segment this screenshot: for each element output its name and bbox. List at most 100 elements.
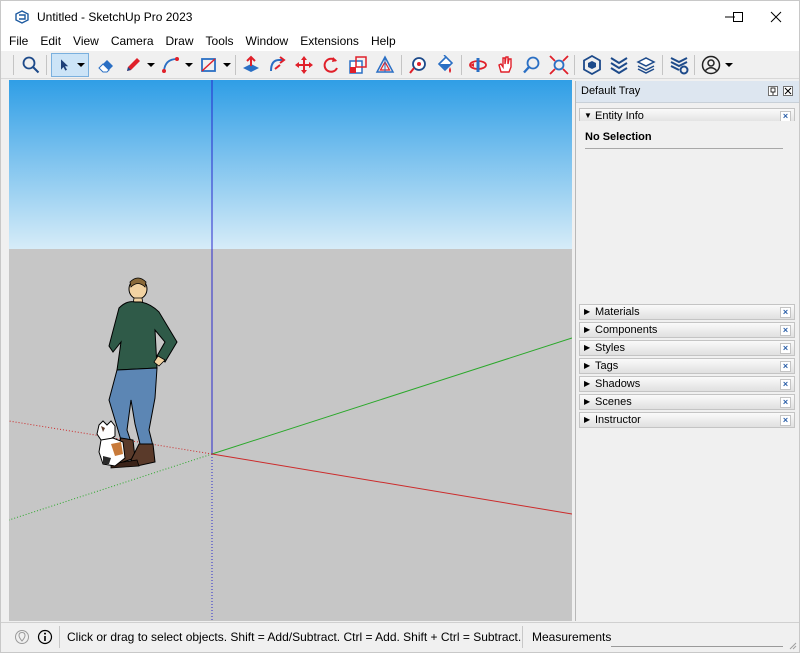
orbit-icon: [469, 58, 487, 72]
tray-header: Default Tray: [576, 81, 799, 103]
geo-location-icon[interactable]: [14, 629, 30, 645]
close-icon: [770, 11, 782, 23]
3d-warehouse-button[interactable]: [580, 53, 604, 77]
orbit-tool-button[interactable]: [466, 53, 490, 77]
menu-window[interactable]: Window: [240, 33, 295, 51]
rotate-tool-button[interactable]: [319, 53, 343, 77]
collapsed-arrow-icon: ▶: [584, 379, 591, 388]
toolbar-separator: [574, 55, 575, 75]
panel-label: Shadows: [595, 378, 641, 390]
account-dropdown[interactable]: [725, 59, 733, 71]
rotate-icon: [323, 57, 338, 73]
panel-materials[interactable]: ▶ Materials ×: [579, 304, 795, 320]
panel-close-button[interactable]: ×: [780, 379, 791, 390]
close-button[interactable]: [753, 1, 799, 33]
menu-file[interactable]: File: [1, 33, 34, 51]
panel-close-button[interactable]: ×: [780, 325, 791, 336]
selection-status: No Selection: [585, 131, 652, 143]
panel-styles[interactable]: ▶ Styles ×: [579, 340, 795, 356]
collapsed-arrow-icon: ▶: [584, 325, 591, 334]
toolbar-separator: [662, 55, 663, 75]
sketchup-logo-icon: [15, 10, 29, 24]
paint-bucket-tool-button[interactable]: [433, 53, 457, 77]
follow-me-tool-button[interactable]: [265, 53, 289, 77]
panel-scenes[interactable]: ▶ Scenes ×: [579, 394, 795, 410]
panel-label: Materials: [595, 306, 640, 318]
red-axis-positive: [211, 453, 572, 515]
arc-tool-button[interactable]: [159, 53, 183, 77]
panel-close-button[interactable]: ×: [780, 415, 791, 426]
measurements-field[interactable]: [611, 627, 783, 647]
account-icon: [701, 55, 721, 75]
collapsed-arrow-icon: ▶: [584, 361, 591, 370]
menu-draw[interactable]: Draw: [160, 33, 200, 51]
zoom-tool-button[interactable]: [520, 53, 544, 77]
panel-instructor[interactable]: ▶ Instructor ×: [579, 412, 795, 428]
push-pull-icon: [243, 55, 259, 72]
modeling-viewport[interactable]: [9, 80, 572, 621]
panel-close-button[interactable]: ×: [780, 361, 791, 372]
move-tool-button[interactable]: [292, 53, 316, 77]
panel-close-button[interactable]: ×: [780, 343, 791, 354]
select-dropdown[interactable]: [77, 59, 85, 71]
account-button[interactable]: [699, 53, 723, 77]
pan-hand-icon: [498, 56, 512, 73]
menu-camera[interactable]: Camera: [105, 33, 160, 51]
tray-close-button[interactable]: [783, 86, 793, 96]
toolbar-separator: [46, 55, 47, 75]
tray-pin-button[interactable]: [768, 86, 778, 96]
rectangle-dropdown[interactable]: [223, 59, 231, 71]
extension-manager-button[interactable]: [667, 53, 691, 77]
expanded-arrow-icon: ▼: [584, 111, 592, 120]
panel-close-button[interactable]: ×: [780, 397, 791, 408]
toolbar-separator: [13, 55, 14, 75]
panel-label: Components: [595, 324, 658, 336]
eraser-tool-button[interactable]: [94, 53, 118, 77]
panel-close-button[interactable]: ×: [780, 307, 791, 318]
extension-warehouse-button[interactable]: [607, 53, 631, 77]
panel-components[interactable]: ▶ Components ×: [579, 322, 795, 338]
model-axes: [9, 80, 572, 621]
search-button[interactable]: [19, 53, 43, 77]
zoom-extents-tool-button[interactable]: [547, 53, 571, 77]
line-tool-button[interactable]: [121, 53, 145, 77]
layout-icon: [636, 57, 656, 74]
panel-label: Instructor: [595, 414, 641, 426]
default-tray: Default Tray ▼ Entity Info × No Selectio…: [575, 81, 799, 621]
collapsed-arrow-icon: ▶: [584, 415, 591, 424]
maximize-icon: [733, 12, 743, 22]
panel-label: Scenes: [595, 396, 632, 408]
arc-dropdown[interactable]: [185, 59, 193, 71]
panel-shadows[interactable]: ▶ Shadows ×: [579, 376, 795, 392]
menu-tools[interactable]: Tools: [200, 33, 240, 51]
menu-edit[interactable]: Edit: [34, 33, 67, 51]
panel-tags[interactable]: ▶ Tags ×: [579, 358, 795, 374]
entity-info-body: No Selection: [579, 121, 795, 304]
scale-figure-person: [108, 277, 178, 469]
search-icon: [22, 56, 40, 74]
scale-tool-button[interactable]: [346, 53, 370, 77]
select-arrow-icon: [61, 59, 69, 71]
push-pull-tool-button[interactable]: [239, 53, 263, 77]
sketchup-window: Untitled - SketchUp Pro 2023 File Edit V…: [0, 0, 800, 653]
menu-help[interactable]: Help: [365, 33, 402, 51]
paint-bucket-icon: [437, 55, 454, 73]
menu-bar: File Edit View Camera Draw Tools Window …: [1, 33, 799, 51]
divider: [585, 148, 783, 149]
line-dropdown[interactable]: [147, 59, 155, 71]
zoom-extents-icon: [549, 55, 569, 75]
window-title: Untitled - SketchUp Pro 2023: [37, 10, 193, 24]
rectangle-tool-button[interactable]: [197, 53, 221, 77]
offset-tool-button[interactable]: [373, 53, 397, 77]
menu-extensions[interactable]: Extensions: [294, 33, 365, 51]
title-bar: Untitled - SketchUp Pro 2023: [1, 1, 799, 33]
toolbar-separator: [694, 55, 695, 75]
toolbar-separator: [235, 55, 236, 75]
resize-grip-icon[interactable]: [787, 640, 797, 650]
tape-measure-tool-button[interactable]: [406, 53, 430, 77]
layout-button[interactable]: [634, 53, 658, 77]
menu-view[interactable]: View: [67, 33, 105, 51]
pan-tool-button[interactable]: [493, 53, 517, 77]
info-icon[interactable]: [37, 629, 53, 645]
status-bar: Click or drag to select objects. Shift =…: [1, 622, 799, 652]
